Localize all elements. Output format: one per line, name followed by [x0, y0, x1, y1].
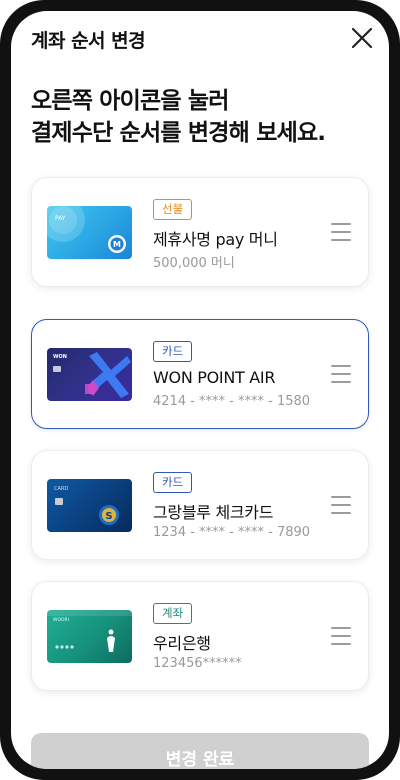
svg-text:S: S	[105, 511, 112, 522]
drag-handle[interactable]	[331, 496, 351, 514]
card-thumbnail: WON	[47, 348, 132, 401]
confirm-change-button[interactable]: 변경 완료	[31, 733, 369, 769]
drag-handle-line	[331, 365, 351, 367]
drag-handle-line	[331, 239, 351, 241]
close-icon	[351, 27, 373, 49]
drag-handle-line	[331, 223, 351, 225]
instruction-headline: 오른쪽 아이콘을 눌러 결제수단 순서를 변경해 보세요.	[31, 85, 371, 149]
item-detail: 500,000 머니	[153, 256, 235, 271]
drag-handle-line	[331, 512, 351, 514]
card-label: WON	[53, 354, 67, 360]
type-badge: 카드	[153, 341, 193, 362]
drag-handle[interactable]	[331, 627, 351, 645]
card-thumbnail: M PAY	[47, 206, 132, 259]
list-item-woori-bank[interactable]: WOORI 계좌 우리은행 123456******	[31, 581, 369, 691]
list-item-pay-money[interactable]: M PAY 선불 제휴사명 pay 머니 500,000 머니	[31, 177, 369, 287]
app-screen: 계좌 순서 변경 오른쪽 아이콘을 눌러 결제수단 순서를 변경해 보세요. M…	[11, 11, 389, 769]
card-thumbnail: S CARD	[47, 479, 132, 532]
item-name: 그랑블루 체크카드	[153, 503, 274, 522]
item-detail: 4214 - **** - **** - 1580	[153, 394, 311, 409]
header: 계좌 순서 변경	[11, 11, 389, 65]
drag-handle[interactable]	[331, 365, 351, 383]
phone-frame: 계좌 순서 변경 오른쪽 아이콘을 눌러 결제수단 순서를 변경해 보세요. M…	[0, 0, 400, 780]
card-thumbnail: WOORI	[47, 610, 132, 663]
drag-handle[interactable]	[331, 223, 351, 241]
page-title: 계좌 순서 변경	[31, 30, 146, 52]
item-detail: 1234 - **** - **** - 7890	[153, 525, 311, 540]
list-item-won-point-air[interactable]: WON 카드 WON POINT AIR 4214 - **** - **** …	[31, 319, 369, 429]
drag-handle-line	[331, 496, 351, 498]
svg-text:M: M	[113, 240, 121, 249]
drag-handle-line	[331, 643, 351, 645]
drag-handle-line	[331, 504, 351, 506]
drag-handle-line	[331, 231, 351, 233]
drag-handle-line	[331, 373, 351, 375]
card-label: CARD	[54, 486, 69, 492]
list-item-grand-blue[interactable]: S CARD 카드 그랑블루 체크카드 1234 - **** - **** -…	[31, 450, 369, 560]
drag-handle-line	[331, 627, 351, 629]
type-badge: 계좌	[153, 603, 193, 624]
pay-card-art: M	[47, 206, 126, 253]
type-badge: 선불	[153, 199, 193, 220]
type-badge: 카드	[153, 472, 193, 493]
card-label: PAY	[55, 215, 66, 222]
card-label: WOORI	[53, 618, 69, 623]
item-name: 우리은행	[153, 634, 211, 653]
headline-line-1: 오른쪽 아이콘을 눌러	[31, 88, 229, 114]
item-name: WON POINT AIR	[153, 368, 276, 387]
item-name: 제휴사명 pay 머니	[153, 230, 278, 249]
item-detail: 123456******	[153, 656, 242, 671]
drag-handle-line	[331, 635, 351, 637]
headline-line-2: 결제수단 순서를 변경해 보세요.	[31, 120, 326, 146]
drag-handle-line	[331, 381, 351, 383]
close-button[interactable]	[349, 25, 375, 51]
